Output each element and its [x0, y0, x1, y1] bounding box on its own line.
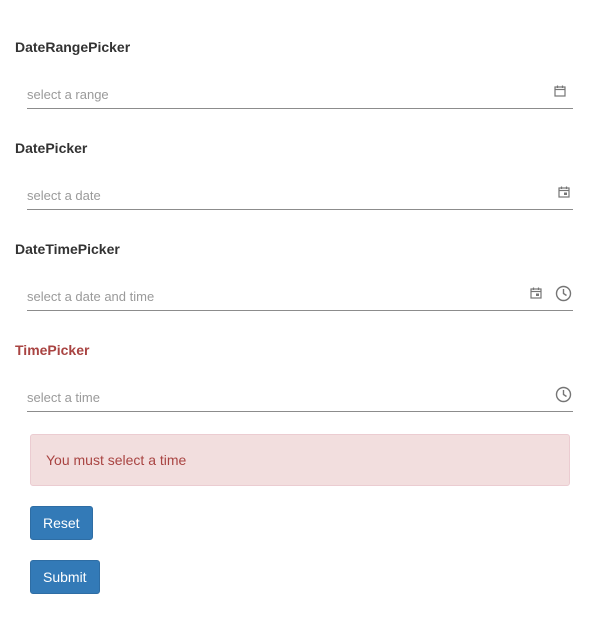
calendar-range-icon[interactable] [554, 85, 566, 97]
date-placeholder: select a date [27, 188, 101, 203]
calendar-icon[interactable] [558, 186, 570, 198]
submit-button[interactable]: Submit [30, 560, 100, 594]
datetime-picker-input[interactable]: select a date and time [27, 281, 573, 311]
time-picker-label: TimePicker [15, 342, 90, 358]
clock-icon[interactable] [555, 386, 572, 403]
datetime-picker-label: DateTimePicker [15, 241, 120, 257]
validation-error-alert: You must select a time [30, 434, 570, 486]
time-picker-input[interactable]: select a time [27, 382, 573, 412]
date-picker-label: DatePicker [15, 140, 88, 156]
daterange-picker-label: DateRangePicker [15, 39, 131, 55]
date-picker-input[interactable]: select a date [27, 180, 573, 210]
daterange-picker-input[interactable]: select a range [27, 79, 573, 109]
reset-button[interactable]: Reset [30, 506, 93, 540]
time-placeholder: select a time [27, 390, 100, 405]
clock-icon[interactable] [555, 285, 572, 302]
daterange-placeholder: select a range [27, 87, 109, 102]
calendar-icon[interactable] [530, 287, 542, 299]
datetime-placeholder: select a date and time [27, 289, 155, 304]
